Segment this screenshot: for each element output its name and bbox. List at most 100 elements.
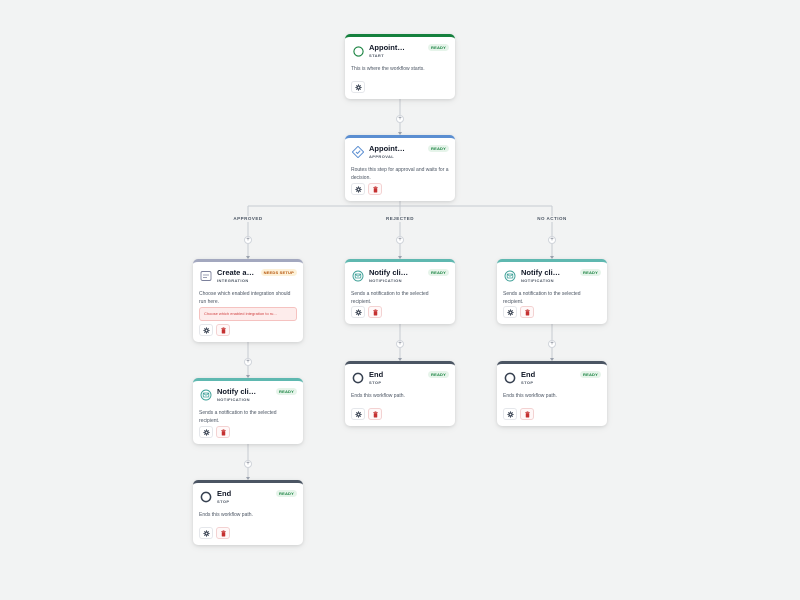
node-header: End STOP READY (351, 370, 449, 390)
delete-button[interactable] (368, 408, 382, 420)
node-header: Notify client that...NOTIFICATION READY (199, 387, 297, 407)
node-type-label: NOTIFICATION (217, 397, 250, 402)
node-title: Notify client that... (369, 268, 409, 277)
node-end-noaction[interactable]: End STOP READY Ends this workflow path. (497, 361, 607, 426)
node-notify-noaction[interactable]: Notify client that...NOTIFICATION READY Se… (497, 259, 607, 324)
gear-icon (202, 529, 210, 537)
node-approval[interactable]: Appointment ap...APPROVAL READY Routes thi… (345, 135, 455, 201)
node-header: End STOP READY (199, 489, 297, 509)
delete-button[interactable] (216, 527, 230, 539)
delete-button[interactable] (216, 324, 230, 336)
node-notify-rejected[interactable]: Notify client that...NOTIFICATION READY Se… (345, 259, 455, 324)
node-start[interactable]: Appointment req...START READY This is wher… (345, 34, 455, 99)
stop-icon (199, 490, 213, 504)
node-title: Appointment req... (369, 43, 409, 52)
node-description: Ends this workflow path. (199, 512, 253, 518)
node-header: Create appo...INTEGRATION NEEDS SETUP (199, 268, 297, 288)
gear-icon (202, 326, 210, 334)
settings-button[interactable] (351, 183, 365, 195)
node-type-label: STOP (521, 380, 534, 385)
circle-icon (351, 44, 365, 58)
gear-icon (506, 410, 514, 418)
node-type-label: STOP (369, 380, 382, 385)
branch-label-rejected: REJECTED (383, 216, 417, 222)
notification-icon (199, 388, 213, 402)
node-actions (351, 183, 382, 195)
node-header: Appointment ap...APPROVAL READY (351, 144, 449, 164)
node-description: Choose which enabled integration should … (199, 291, 291, 305)
settings-button[interactable] (503, 408, 517, 420)
status-badge: READY (427, 269, 449, 276)
status-badge: READY (275, 388, 297, 395)
approval-icon (351, 145, 365, 159)
add-step-button[interactable]: + (548, 236, 556, 244)
delete-button[interactable] (520, 408, 534, 420)
node-title: Create appo... (217, 268, 257, 277)
add-step-button[interactable]: + (244, 236, 252, 244)
node-type-label: NOTIFICATION (369, 278, 402, 283)
node-end-approved[interactable]: End STOP READY Ends this workflow path. (193, 480, 303, 545)
node-title: Notify client that... (521, 268, 561, 277)
add-step-button[interactable]: + (244, 357, 252, 366)
add-step-button[interactable]: + (396, 114, 404, 123)
node-integration[interactable]: Create appo...INTEGRATION NEEDS SETUP Choo… (193, 259, 303, 342)
node-description: Ends this workflow path. (351, 393, 405, 399)
node-description: Sends a notification to the selected rec… (503, 291, 581, 305)
node-actions (199, 527, 230, 539)
node-end-rejected[interactable]: End STOP READY Ends this workflow path. (345, 361, 455, 426)
trash-icon (372, 185, 379, 193)
gear-icon (354, 83, 362, 91)
status-badge: READY (579, 371, 601, 378)
add-step-button[interactable]: + (396, 236, 404, 244)
delete-button[interactable] (520, 306, 534, 318)
branch-label-approved: APPROVED (231, 216, 265, 222)
stop-icon (503, 371, 517, 385)
node-title: Notify client that... (217, 387, 257, 396)
status-badge: READY (427, 44, 449, 51)
settings-button[interactable] (199, 426, 213, 438)
node-title: Appointment ap... (369, 144, 409, 153)
settings-button[interactable] (503, 306, 517, 318)
settings-button[interactable] (351, 408, 365, 420)
node-actions (351, 306, 382, 318)
node-actions (199, 324, 230, 336)
node-actions (351, 81, 365, 93)
node-description: This is where the workflow starts. (351, 66, 425, 72)
node-type-label: NOTIFICATION (521, 278, 554, 283)
trash-icon (220, 529, 227, 537)
settings-button[interactable] (199, 324, 213, 336)
notification-icon (503, 269, 517, 283)
notification-icon (351, 269, 365, 283)
node-actions (503, 408, 534, 420)
trash-icon (372, 308, 379, 316)
setup-warning: Choose which enabled integration to ru..… (199, 307, 297, 321)
gear-icon (202, 428, 210, 436)
node-description: Sends a notification to the selected rec… (199, 410, 277, 424)
delete-button[interactable] (368, 306, 382, 318)
node-notify-approved[interactable]: Notify client that...NOTIFICATION READY Se… (193, 378, 303, 444)
node-actions (199, 426, 230, 438)
node-title: End (217, 489, 232, 498)
node-description: Routes this step for approval and waits … (351, 167, 449, 181)
settings-button[interactable] (351, 306, 365, 318)
node-header: Notify client that...NOTIFICATION READY (503, 268, 601, 288)
delete-button[interactable] (368, 183, 382, 195)
integration-icon (199, 269, 213, 283)
gear-icon (506, 308, 514, 316)
settings-button[interactable] (199, 527, 213, 539)
node-title: End (521, 370, 536, 379)
gear-icon (354, 308, 362, 316)
branch-label-noaction: NO ACTION (535, 216, 569, 222)
node-actions (351, 408, 382, 420)
gear-icon (354, 410, 362, 418)
node-header: Notify client that...NOTIFICATION READY (351, 268, 449, 288)
settings-button[interactable] (351, 81, 365, 93)
node-header: Appointment req...START READY (351, 43, 449, 63)
status-badge: READY (579, 269, 601, 276)
add-step-button[interactable]: + (244, 459, 252, 468)
node-type-label: START (369, 53, 385, 58)
node-header: End STOP READY (503, 370, 601, 390)
delete-button[interactable] (216, 426, 230, 438)
trash-icon (220, 428, 227, 436)
node-description: Ends this workflow path. (503, 393, 557, 399)
